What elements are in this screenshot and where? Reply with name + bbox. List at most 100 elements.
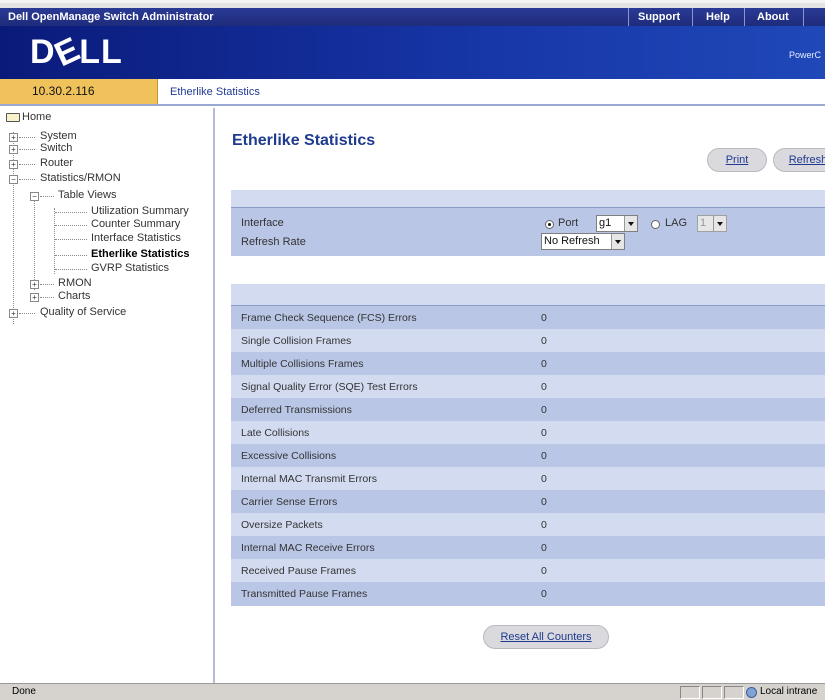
statistic-value: 0 [541,519,547,531]
sidebar-item-router[interactable]: Router [40,157,73,169]
tree-line [19,179,35,180]
product-name: PowerC [788,50,821,60]
banner: DELL PowerC [0,26,825,79]
table-row: Late Collisions 0 [231,421,825,444]
lag-select[interactable]: 1 [697,215,727,232]
sidebar-item-rmon[interactable]: RMON [58,277,92,289]
statistic-name: Excessive Collisions [241,450,337,462]
sidebar-item-counter-summary[interactable]: Counter Summary [91,218,180,230]
statistic-value: 0 [541,358,547,370]
statistic-value: 0 [541,473,547,485]
tree-line [40,284,54,285]
statistic-name: Late Collisions [241,427,310,439]
port-label: Port [558,217,579,229]
expand-icon[interactable]: + [9,133,18,142]
tree-line [19,137,35,138]
sidebar-tree: Home + System + Switch + Router − Statis… [0,108,215,683]
statistic-name: Single Collision Frames [241,335,352,347]
status-bar: Done Local intrane [0,683,825,700]
table-row: Carrier Sense Errors 0 [231,490,825,513]
collapse-icon[interactable]: − [30,192,39,201]
breadcrumb[interactable]: Etherlike Statistics [170,86,260,98]
chevron-down-icon [611,234,624,249]
tree-line [40,196,54,197]
sidebar-item-switch[interactable]: Switch [40,142,72,154]
chevron-down-icon [624,216,637,231]
statistic-name: Signal Quality Error (SQE) Test Errors [241,381,418,393]
table-row: Frame Check Sequence (FCS) Errors 0 [231,306,825,329]
sidebar-item-charts[interactable]: Charts [58,290,90,302]
statistic-name: Internal MAC Transmit Errors [241,473,377,485]
lag-radio[interactable] [651,220,660,229]
chevron-down-icon [713,216,726,231]
separator [744,8,745,28]
panel-header [231,190,825,208]
port-select[interactable]: g1 [596,215,638,232]
sidebar-item-quality-of-service[interactable]: Quality of Service [40,306,126,318]
tree-line [55,225,87,226]
separator [628,8,629,28]
sidebar-item-utilization-summary[interactable]: Utilization Summary [91,205,189,217]
refresh-button[interactable]: Refresh [773,148,825,172]
status-segment [702,686,722,699]
statistic-value: 0 [541,450,547,462]
status-segment [680,686,700,699]
statistic-name: Multiple Collisions Frames [241,358,364,370]
table-row: Oversize Packets 0 [231,513,825,536]
help-link[interactable]: Help [706,11,730,23]
reset-all-counters-button[interactable]: Reset All Counters [483,625,609,649]
sidebar-item-gvrp-statistics[interactable]: GVRP Statistics [91,262,169,274]
statistic-value: 0 [541,565,547,577]
statistic-value: 0 [541,588,547,600]
statistic-value: 0 [541,335,547,347]
lag-label: LAG [665,217,688,229]
table-row: Internal MAC Transmit Errors 0 [231,467,825,490]
page-title: Etherlike Statistics [232,132,376,149]
tree-line [55,239,87,240]
folder-icon [6,113,20,122]
statistic-value: 0 [541,312,547,324]
device-ip: 10.30.2.116 [32,84,95,98]
sidebar-item-statistics-rmon[interactable]: Statistics/RMON [40,172,121,184]
title-bar: Dell OpenManage Switch Administrator Sup… [0,0,825,28]
statistic-name: Transmitted Pause Frames [241,588,368,600]
refresh-rate-value: No Refresh [544,235,600,247]
globe-icon [746,687,757,698]
tree-line [55,212,87,213]
support-link[interactable]: Support [638,11,680,23]
sidebar-item-table-views[interactable]: Table Views [58,189,117,201]
sidebar-item-etherlike-statistics[interactable]: Etherlike Statistics [91,248,189,260]
about-link[interactable]: About [757,11,789,23]
collapse-icon[interactable]: − [9,175,18,184]
statistics-panel: Frame Check Sequence (FCS) Errors 0 Single… [231,284,825,606]
expand-icon[interactable]: + [9,145,18,154]
table-row: Excessive Collisions 0 [231,444,825,467]
expand-icon[interactable]: + [9,309,18,318]
sidebar-item-interface-statistics[interactable]: Interface Statistics [91,232,181,244]
interface-panel: Interface Port g1 LAG 1 Refresh Rate No … [231,190,825,256]
table-row: Internal MAC Receive Errors 0 [231,536,825,559]
refresh-rate-select[interactable]: No Refresh [541,233,625,250]
table-row: Transmitted Pause Frames 0 [231,582,825,605]
expand-icon[interactable]: + [30,293,39,302]
statistic-name: Deferred Transmissions [241,404,352,416]
print-button[interactable]: Print [707,148,767,172]
statistic-name: Frame Check Sequence (FCS) Errors [241,312,417,324]
port-radio[interactable] [545,220,554,229]
sidebar-item-home[interactable]: Home [22,111,51,123]
sidebar-item-system[interactable]: System [40,130,77,142]
statistic-name: Carrier Sense Errors [241,496,338,508]
separator [803,8,804,28]
statistic-value: 0 [541,381,547,393]
statistic-value: 0 [541,404,547,416]
main-content: Etherlike Statistics Print Refresh Inter… [217,108,825,683]
table-row: Signal Quality Error (SQE) Test Errors 0 [231,375,825,398]
panel-header [231,284,825,306]
ip-cell: 10.30.2.116 [0,79,158,104]
security-zone: Local intrane [760,686,818,697]
refresh-rate-label: Refresh Rate [241,236,306,248]
expand-icon[interactable]: + [30,280,39,289]
app-title: Dell OpenManage Switch Administrator [8,11,214,23]
expand-icon[interactable]: + [9,160,18,169]
status-text: Done [12,686,36,697]
